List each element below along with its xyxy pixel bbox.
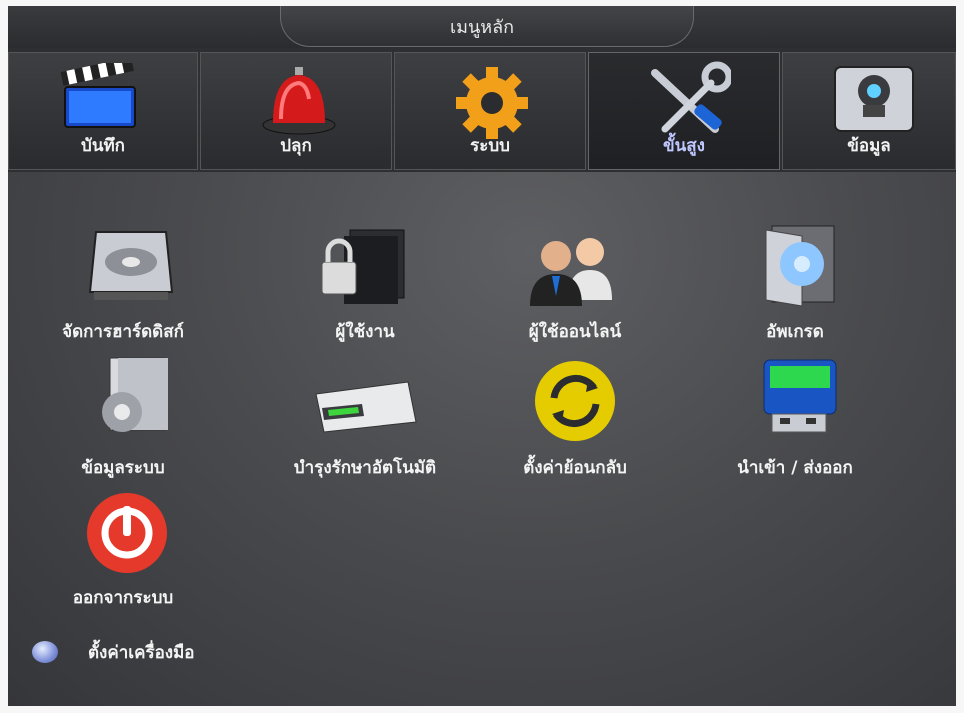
- menu-item-logout[interactable]: ออกจากระบบ: [58, 480, 188, 610]
- tab-label: ขั้นสูง: [663, 136, 705, 156]
- tab-bar: บันทึก ปลุก ระบบ ขั้นสูง ข้อมูล: [8, 48, 956, 172]
- hard-disk-icon: [88, 231, 174, 300]
- tab-label: ข้อมูล: [847, 136, 891, 156]
- menu-item-label: ข้อมูลระบบ: [81, 458, 165, 478]
- lock-folder-icon: [321, 229, 405, 304]
- main-menu-screen: เมนูหลัก บันทึก ปลุก ระบบ ขั้นสูง ข้อมูล…: [8, 6, 956, 706]
- disk-info-icon: [834, 66, 914, 132]
- menu-item-import-export[interactable]: นำเข้า / ส่งออก: [730, 350, 860, 480]
- info-dot-icon: [32, 641, 58, 663]
- menu-item-auto-maintenance[interactable]: บำรุงรักษาอัตโนมัติ: [294, 350, 436, 480]
- menu-item-restore-defaults[interactable]: ตั้งค่าย้อนกลับ: [510, 350, 640, 480]
- tab-label: ปลุก: [280, 136, 312, 156]
- menu-item-online-users[interactable]: ผู้ใช้ออนไลน์: [510, 214, 640, 344]
- menu-item-label: บำรุงรักษาอัตโนมัติ: [293, 458, 437, 478]
- tools-settings-link[interactable]: ตั้งค่าเครื่องมือ: [32, 638, 195, 666]
- menu-item-label: นำเข้า / ส่งออก: [737, 458, 853, 478]
- system-info-icon: [102, 357, 168, 432]
- drive-maintenance-icon: [315, 381, 417, 433]
- tab-alarm[interactable]: ปลุก: [200, 52, 392, 170]
- tools-icon: [651, 61, 731, 133]
- restore-icon: [535, 361, 615, 441]
- menu-item-label: ผู้ใช้ออนไลน์: [528, 322, 622, 342]
- menu-item-label: ตั้งค่าย้อนกลับ: [523, 458, 627, 478]
- clapperboard-icon: [60, 63, 136, 128]
- tab-info[interactable]: ข้อมูล: [782, 52, 956, 170]
- power-icon: [87, 493, 167, 573]
- tools-settings-label: ตั้งค่าเครื่องมือ: [88, 642, 195, 663]
- tab-record[interactable]: บันทึก: [8, 52, 198, 170]
- title-bar: เมนูหลัก: [8, 6, 956, 48]
- siren-icon: [262, 67, 336, 135]
- menu-item-label: ออกจากระบบ: [72, 588, 174, 608]
- menu-item-users[interactable]: ผู้ใช้งาน: [300, 214, 430, 344]
- gear-icon: [456, 67, 528, 139]
- window-title: เมนูหลัก: [449, 17, 515, 38]
- tab-label: ระบบ: [470, 136, 510, 156]
- cd-upgrade-icon: [765, 225, 835, 307]
- menu-item-label: ผู้ใช้งาน: [335, 322, 395, 342]
- tab-system[interactable]: ระบบ: [394, 52, 586, 170]
- tab-label: บันทึก: [81, 136, 125, 156]
- menu-item-label: จัดการฮาร์ดดิสก์: [62, 322, 184, 342]
- menu-item-hdd-management[interactable]: จัดการฮาร์ดดิสก์: [58, 214, 188, 344]
- users-icon: [530, 238, 612, 306]
- menu-item-label: อัพเกรด: [766, 322, 824, 342]
- menu-item-system-info[interactable]: ข้อมูลระบบ: [58, 350, 188, 480]
- tab-advanced[interactable]: ขั้นสูง: [588, 52, 780, 170]
- usb-drive-icon: [763, 359, 837, 433]
- menu-item-upgrade[interactable]: อัพเกรด: [730, 214, 860, 344]
